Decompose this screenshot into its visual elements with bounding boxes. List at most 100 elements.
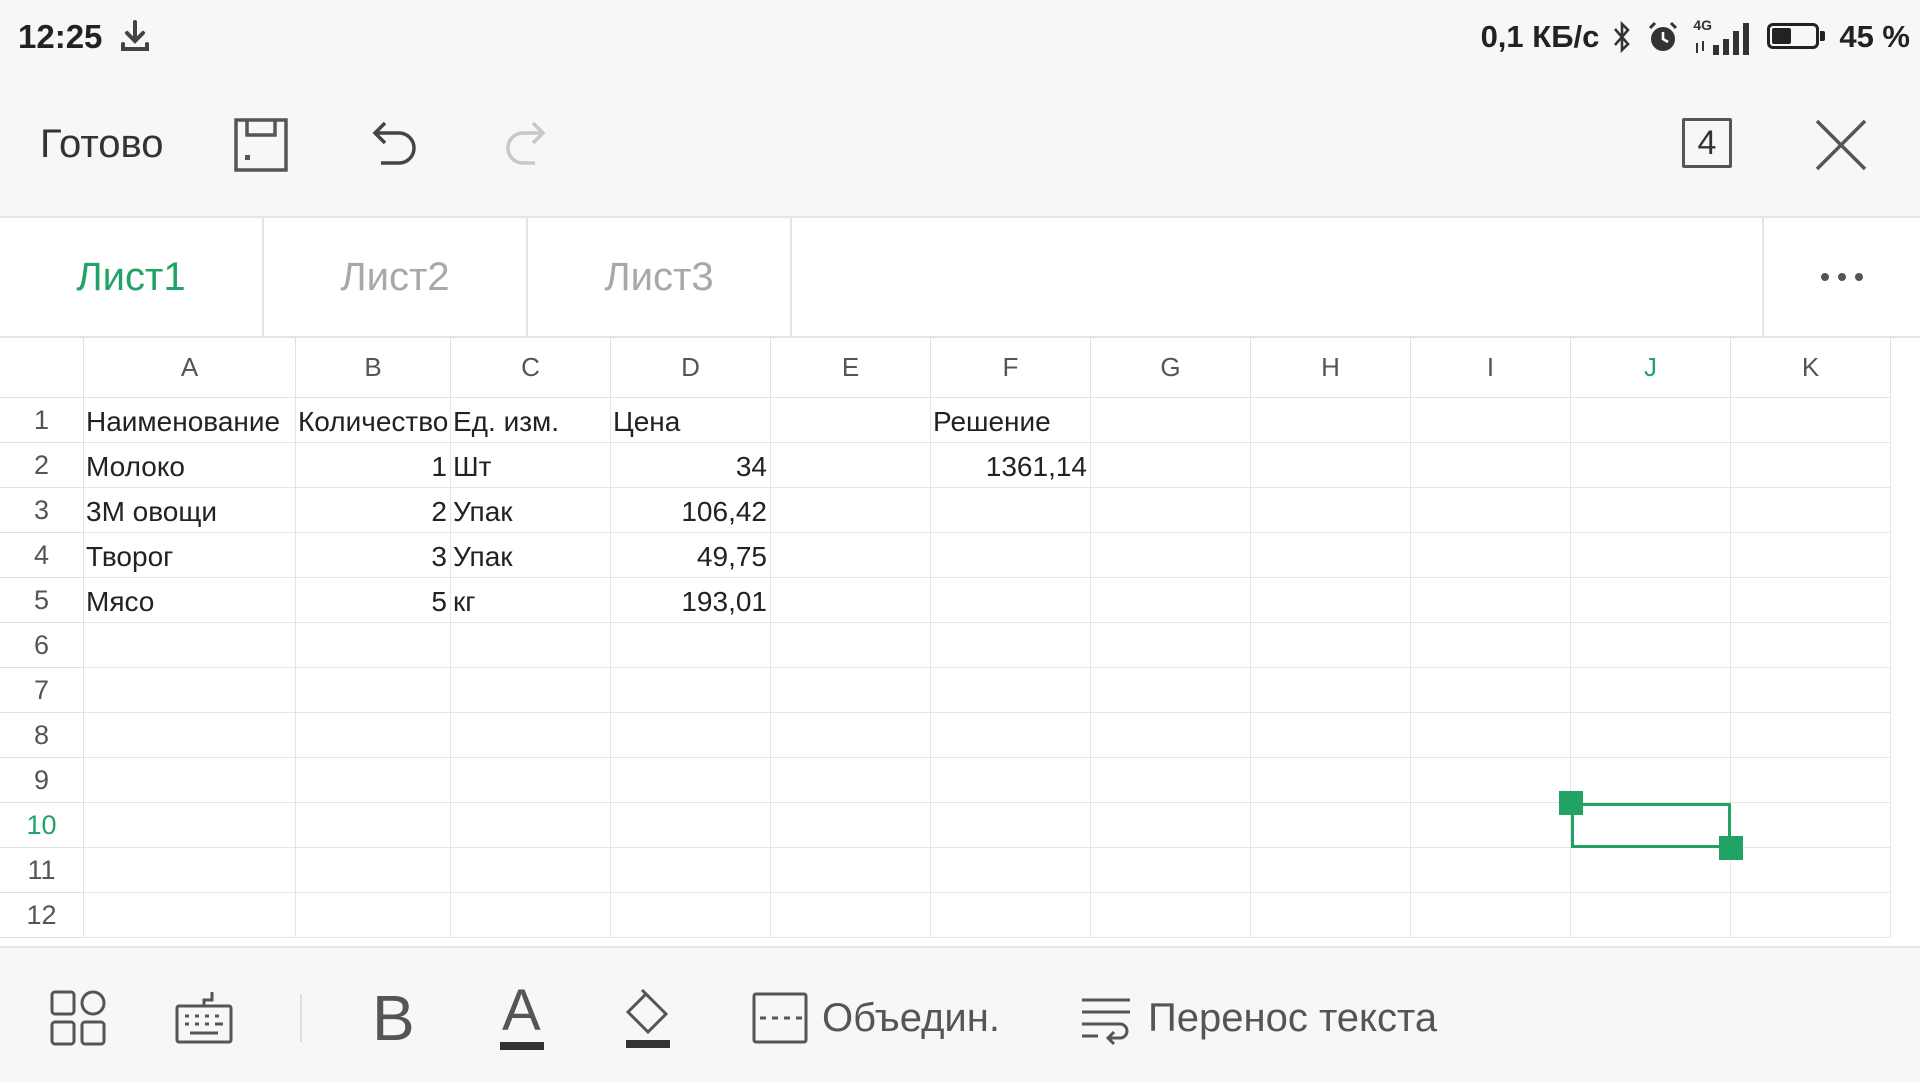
cell-i10[interactable] — [1411, 803, 1571, 848]
column-header-b[interactable]: B — [296, 338, 451, 398]
cell-e4[interactable] — [771, 533, 931, 578]
column-header-j[interactable]: J — [1571, 338, 1731, 398]
column-header-i[interactable]: I — [1411, 338, 1571, 398]
cell-d9[interactable] — [611, 758, 771, 803]
cell-k10[interactable] — [1731, 803, 1891, 848]
selection-handle-end[interactable] — [1719, 836, 1743, 860]
tab-sheet3[interactable]: Лист3 — [528, 218, 792, 336]
cell-g11[interactable] — [1091, 848, 1251, 893]
cell-c7[interactable] — [451, 668, 611, 713]
cell-g3[interactable] — [1091, 488, 1251, 533]
more-tabs-button[interactable] — [1762, 218, 1920, 336]
cell-f1[interactable]: Решение — [931, 398, 1091, 443]
cell-e5[interactable] — [771, 578, 931, 623]
cell-e11[interactable] — [771, 848, 931, 893]
cell-j6[interactable] — [1571, 623, 1731, 668]
row-header-12[interactable]: 12 — [0, 893, 84, 938]
cell-selection[interactable] — [1571, 803, 1731, 848]
cell-i12[interactable] — [1411, 893, 1571, 938]
cell-e8[interactable] — [771, 713, 931, 758]
cell-h12[interactable] — [1251, 893, 1411, 938]
cell-f5[interactable] — [931, 578, 1091, 623]
cell-i6[interactable] — [1411, 623, 1571, 668]
cell-k5[interactable] — [1731, 578, 1891, 623]
column-header-k[interactable]: K — [1731, 338, 1891, 398]
cell-a2[interactable]: Молоко — [84, 443, 296, 488]
row-header-4[interactable]: 4 — [0, 533, 84, 578]
column-header-g[interactable]: G — [1091, 338, 1251, 398]
cell-h3[interactable] — [1251, 488, 1411, 533]
cell-e9[interactable] — [771, 758, 931, 803]
column-header-d[interactable]: D — [611, 338, 771, 398]
cell-k4[interactable] — [1731, 533, 1891, 578]
cell-d4[interactable]: 49,75 — [611, 533, 771, 578]
cell-c2[interactable]: Шт — [451, 443, 611, 488]
spreadsheet-grid[interactable]: A B C D E F G H I J K 1 Наименование Количество Ед. из… — [0, 338, 1920, 946]
selection-handle-start[interactable] — [1559, 791, 1583, 815]
tab-sheet1[interactable]: Лист1 — [0, 218, 264, 336]
row-header-1[interactable]: 1 — [0, 398, 84, 443]
bold-button[interactable]: B — [372, 986, 415, 1050]
cell-d12[interactable] — [611, 893, 771, 938]
row-header-7[interactable]: 7 — [0, 668, 84, 713]
cell-j1[interactable] — [1571, 398, 1731, 443]
cell-c5[interactable]: кг — [451, 578, 611, 623]
cell-g4[interactable] — [1091, 533, 1251, 578]
cell-h10[interactable] — [1251, 803, 1411, 848]
cell-c6[interactable] — [451, 623, 611, 668]
row-header-8[interactable]: 8 — [0, 713, 84, 758]
layout-button[interactable] — [48, 988, 108, 1048]
cell-e1[interactable] — [771, 398, 931, 443]
cell-g8[interactable] — [1091, 713, 1251, 758]
column-header-h[interactable]: H — [1251, 338, 1411, 398]
cell-f8[interactable] — [931, 713, 1091, 758]
cell-d1[interactable]: Цена — [611, 398, 771, 443]
row-header-9[interactable]: 9 — [0, 758, 84, 803]
keyboard-button[interactable] — [174, 988, 234, 1048]
cell-b1[interactable]: Количество — [296, 398, 451, 443]
cell-i2[interactable] — [1411, 443, 1571, 488]
column-header-a[interactable]: A — [84, 338, 296, 398]
merge-button[interactable]: Объедин. — [752, 988, 1000, 1048]
cell-b12[interactable] — [296, 893, 451, 938]
cell-i8[interactable] — [1411, 713, 1571, 758]
cell-k3[interactable] — [1731, 488, 1891, 533]
cell-b2[interactable]: 1 — [296, 443, 451, 488]
cell-b4[interactable]: 3 — [296, 533, 451, 578]
sheet-count-button[interactable]: 4 — [1682, 118, 1732, 168]
cell-i7[interactable] — [1411, 668, 1571, 713]
cell-c10[interactable] — [451, 803, 611, 848]
done-button[interactable]: Готово — [40, 122, 164, 167]
cell-g5[interactable] — [1091, 578, 1251, 623]
row-header-11[interactable]: 11 — [0, 848, 84, 893]
cell-i4[interactable] — [1411, 533, 1571, 578]
cell-f7[interactable] — [931, 668, 1091, 713]
cell-h11[interactable] — [1251, 848, 1411, 893]
redo-button[interactable] — [492, 112, 558, 178]
cell-f2[interactable]: 1361,14 — [931, 443, 1091, 488]
cell-b3[interactable]: 2 — [296, 488, 451, 533]
cell-j12[interactable] — [1571, 893, 1731, 938]
cell-i1[interactable] — [1411, 398, 1571, 443]
column-header-e[interactable]: E — [771, 338, 931, 398]
row-header-6[interactable]: 6 — [0, 623, 84, 668]
cell-h9[interactable] — [1251, 758, 1411, 803]
cell-g2[interactable] — [1091, 443, 1251, 488]
cell-i3[interactable] — [1411, 488, 1571, 533]
cell-f11[interactable] — [931, 848, 1091, 893]
font-color-button[interactable]: A — [500, 982, 544, 1050]
cell-j2[interactable] — [1571, 443, 1731, 488]
cell-g9[interactable] — [1091, 758, 1251, 803]
undo-button[interactable] — [360, 112, 426, 178]
cell-g10[interactable] — [1091, 803, 1251, 848]
cell-f12[interactable] — [931, 893, 1091, 938]
cell-d2[interactable]: 34 — [611, 443, 771, 488]
save-button[interactable] — [228, 112, 294, 178]
cell-a10[interactable] — [84, 803, 296, 848]
cell-b9[interactable] — [296, 758, 451, 803]
cell-f4[interactable] — [931, 533, 1091, 578]
cell-a8[interactable] — [84, 713, 296, 758]
cell-c8[interactable] — [451, 713, 611, 758]
cell-f9[interactable] — [931, 758, 1091, 803]
cell-e3[interactable] — [771, 488, 931, 533]
